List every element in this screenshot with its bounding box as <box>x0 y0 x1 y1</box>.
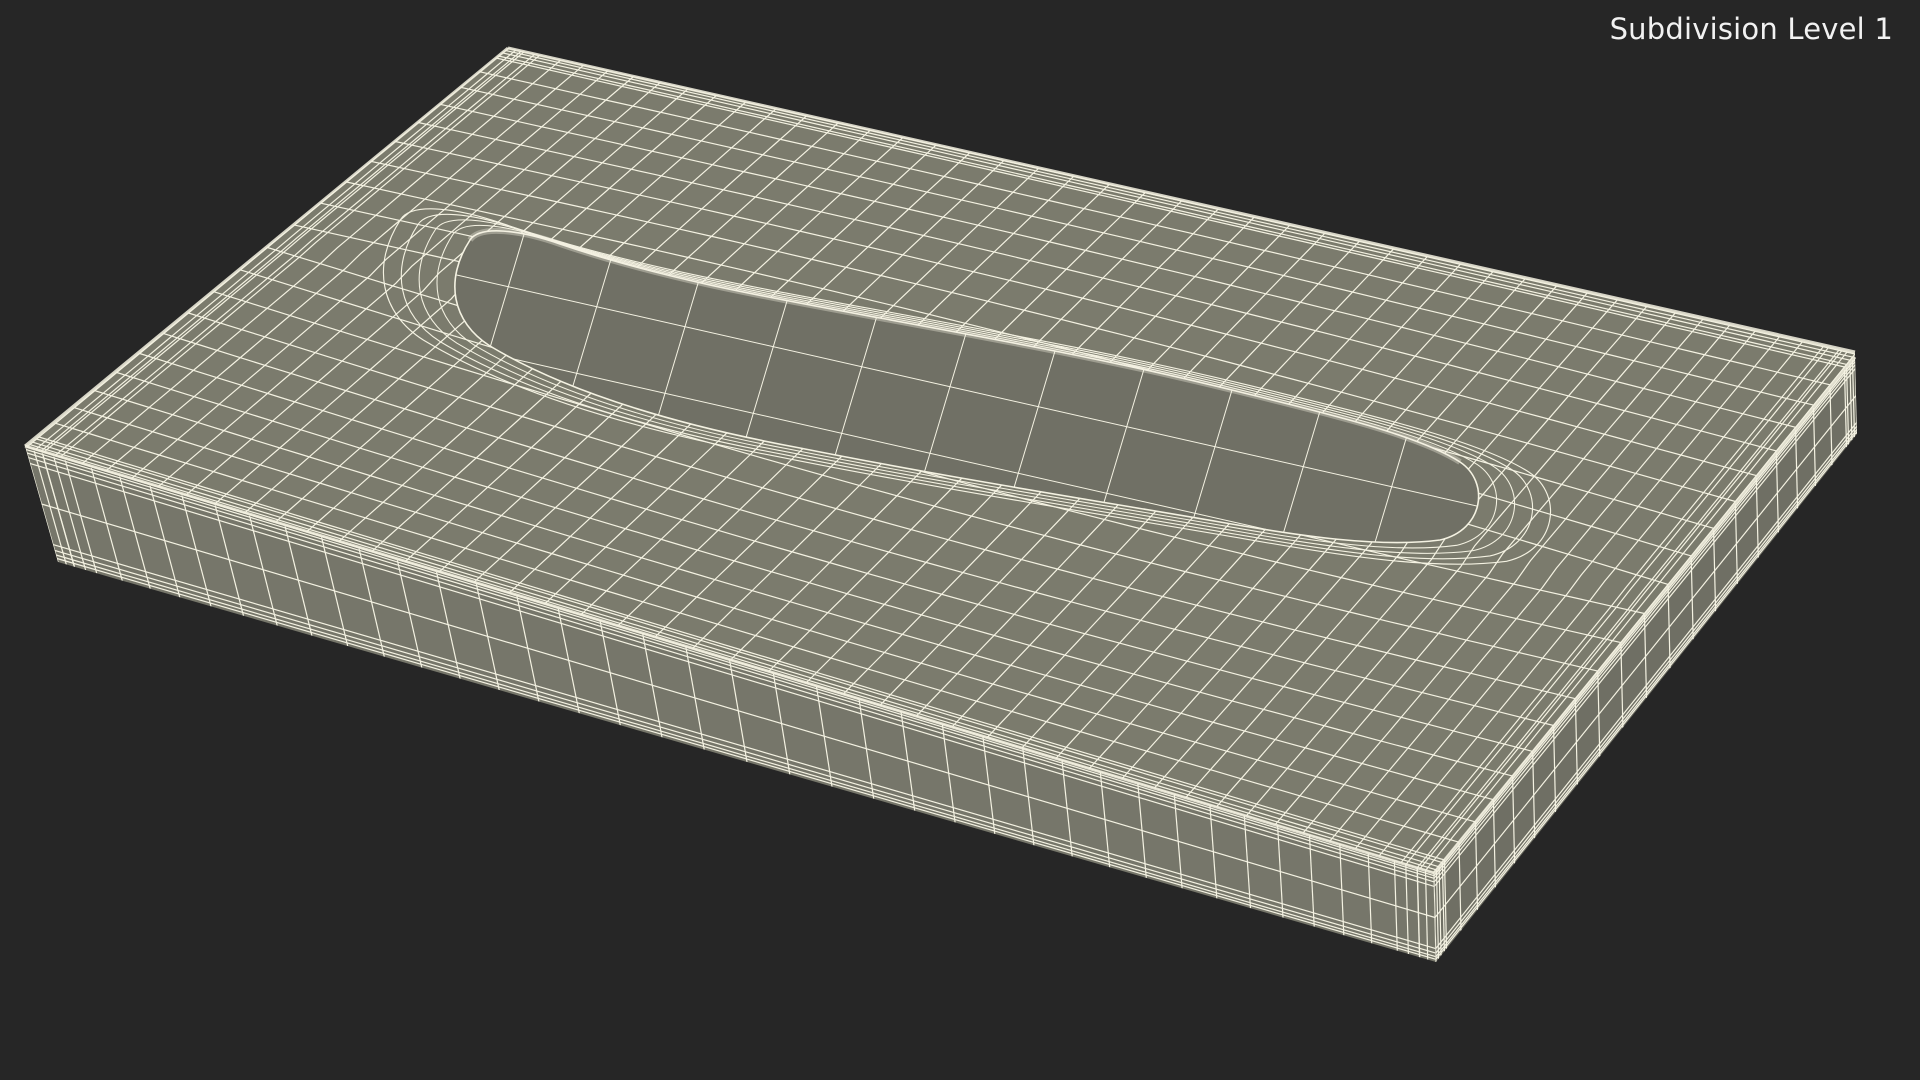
render-viewport: Subdivision Level 1 <box>0 0 1920 1080</box>
subdivision-level-label: Subdivision Level 1 <box>1609 12 1893 46</box>
tissue-box-render <box>24 46 1857 962</box>
